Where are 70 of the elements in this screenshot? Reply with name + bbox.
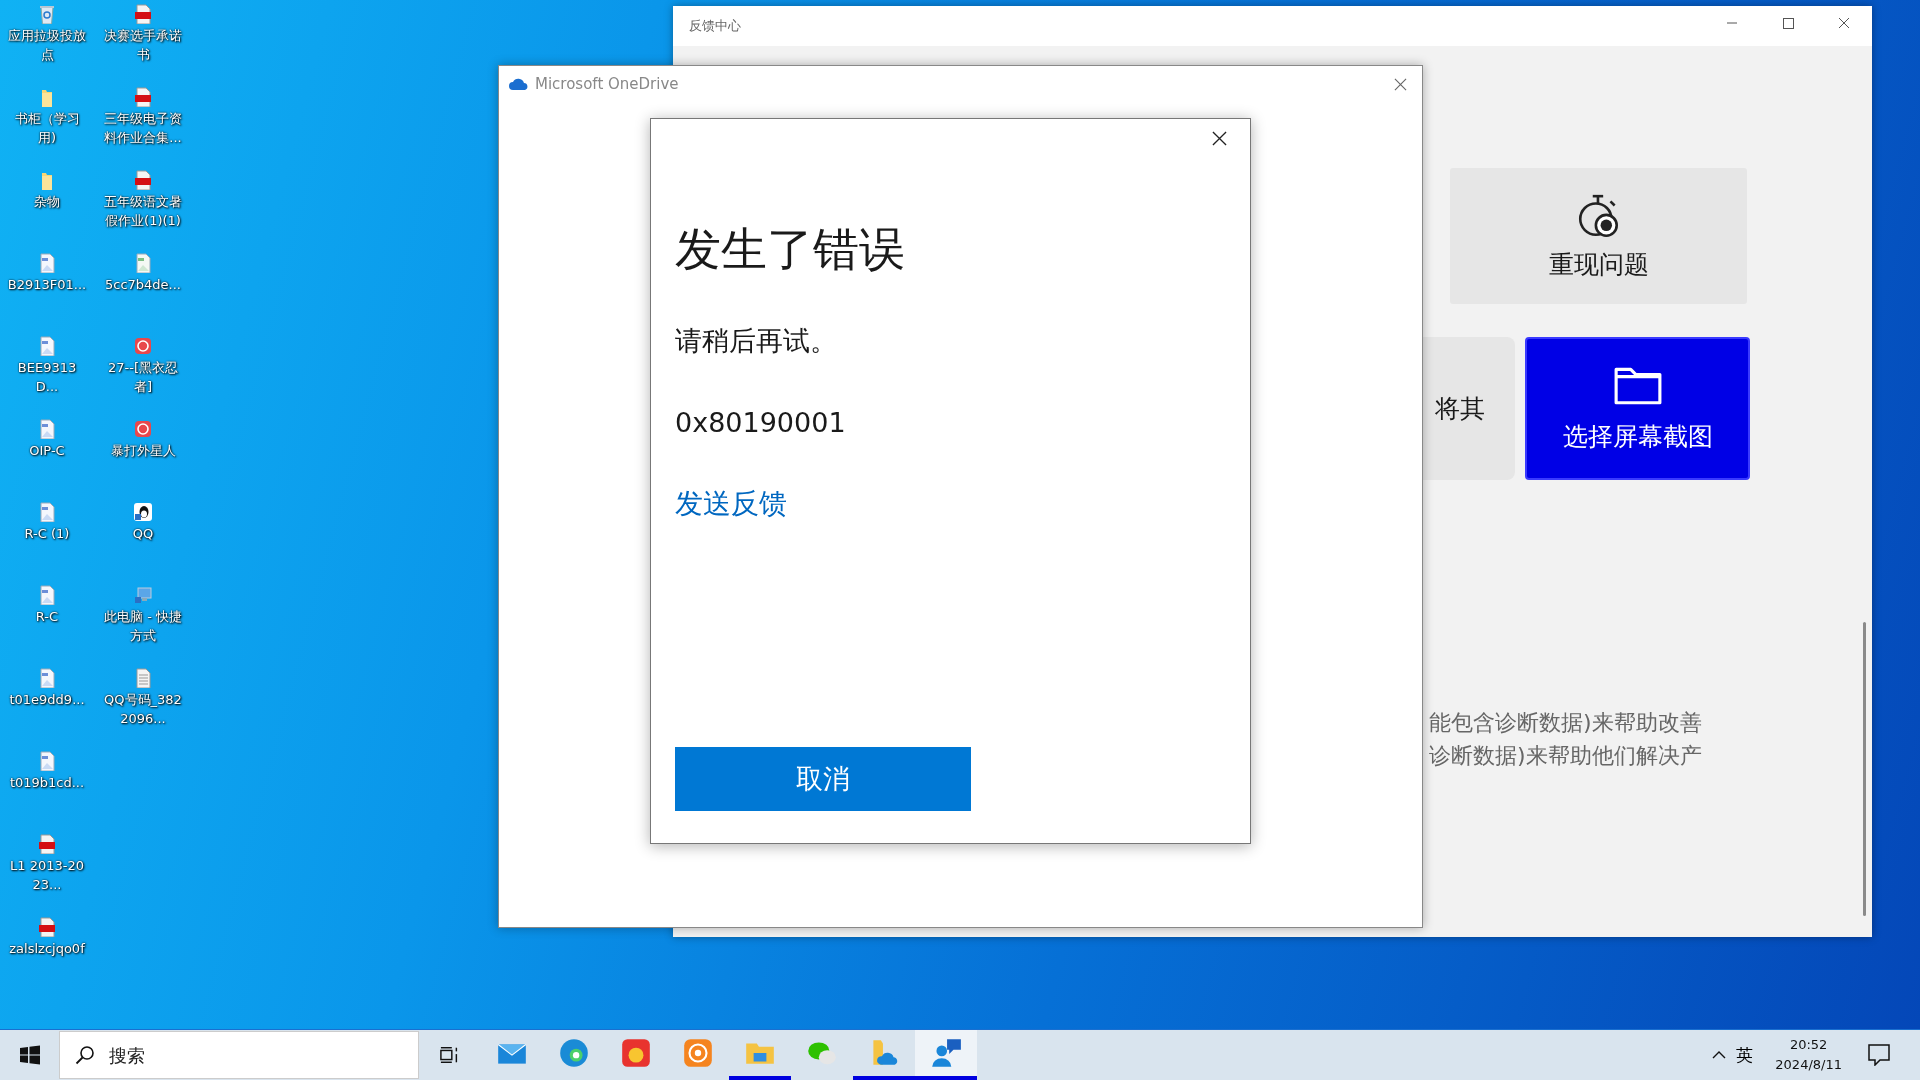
desktop-icon-label[interactable]: t01e9dd9... <box>9 690 85 709</box>
desktop-icon-label[interactable]: 杂物 <box>34 192 60 211</box>
scrollbar[interactable] <box>1863 622 1866 916</box>
close-icon[interactable] <box>1212 131 1227 146</box>
search-input[interactable]: 搜索 <box>107 1043 391 1067</box>
image-file-icon[interactable] <box>37 253 57 273</box>
desktop-icon-label[interactable]: QQ <box>132 524 154 543</box>
pdf-file-icon[interactable] <box>37 917 57 937</box>
image-file-icon[interactable] <box>133 253 153 273</box>
desktop-icon-label[interactable]: t019b1cd... <box>9 773 85 792</box>
radar-app-icon <box>681 1036 715 1070</box>
desktop-icon-label[interactable]: 暴打外星人 <box>110 441 176 460</box>
desktop-icon-label[interactable]: 五年级语文暑假作业(1)(1) <box>103 192 183 230</box>
description-text: 能包含诊断数据)来帮助改善 <box>1429 709 1703 737</box>
choose-screenshot-button[interactable]: 选择屏幕截图 <box>1525 337 1750 480</box>
pdf-file-icon[interactable] <box>133 87 153 107</box>
search-field[interactable]: 搜索 <box>59 1031 419 1079</box>
image-file-icon[interactable] <box>37 502 57 522</box>
send-feedback-link[interactable]: 发送反馈 <box>675 484 787 524</box>
input-method-indicator[interactable]: 英 <box>1736 1043 1754 1067</box>
desktop-icon-label[interactable]: OIP-C <box>29 441 65 460</box>
image-file-icon[interactable] <box>37 336 57 356</box>
pdf-file-icon[interactable] <box>37 834 57 854</box>
search-icon <box>75 1045 95 1065</box>
window-title: Microsoft OneDrive <box>535 75 680 93</box>
penguin-icon[interactable] <box>133 502 153 522</box>
task-view-icon <box>440 1046 460 1064</box>
cancel-button[interactable]: 取消 <box>675 747 971 811</box>
cartoon-app-icon <box>619 1036 653 1070</box>
card-label: 重现问题 <box>1548 248 1649 281</box>
desktop-icon-label[interactable]: 27--[黑衣忍者] <box>103 358 183 396</box>
error-code: 0x80190001 <box>675 406 847 440</box>
desktop-icon-label[interactable]: 5cc7b4de... <box>105 275 181 294</box>
desktop-icon-label[interactable]: R-C (1) <box>24 524 70 543</box>
error-message: 请稍后再试。 <box>675 324 838 358</box>
dialog-title: 发生了错误 <box>675 221 906 278</box>
game-app-icon[interactable] <box>133 419 153 439</box>
desktop-icon-label[interactable]: L1 2013-2023... <box>7 856 87 894</box>
desktop-icon-label[interactable]: 此电脑 - 快捷方式 <box>103 607 183 645</box>
desktop-icon-label[interactable]: QQ号码_3822096... <box>103 690 183 728</box>
desktop-icon-label[interactable]: 三年级电子资料作业合集... <box>103 109 183 147</box>
window-title: 反馈中心 <box>689 17 741 35</box>
text-file-icon[interactable] <box>133 668 153 688</box>
taskbar-app-button[interactable] <box>915 1030 977 1080</box>
image-file-icon[interactable] <box>37 419 57 439</box>
desktop-icon-label[interactable]: 应用拉圾投放点 <box>7 26 87 64</box>
desktop-icon-label[interactable]: 决赛选手承诺书 <box>103 26 183 64</box>
desktop-icon-label[interactable]: zalslzcjqo0f <box>9 939 85 958</box>
image-file-icon[interactable] <box>37 751 57 771</box>
person-chat-icon <box>929 1036 963 1070</box>
windows-logo-icon <box>19 1045 40 1065</box>
image-file-icon[interactable] <box>37 585 57 605</box>
pdf-file-icon[interactable] <box>133 4 153 24</box>
image-file-icon[interactable] <box>37 668 57 688</box>
computer-shortcut-icon[interactable] <box>133 585 153 605</box>
desktop-icon-label[interactable]: B2913F01... <box>7 275 87 294</box>
notification-icon[interactable] <box>1868 1044 1890 1066</box>
desktop-icon-label[interactable]: BEE9313D... <box>7 358 87 396</box>
clock[interactable]: 20:52 2024/8/11 <box>1775 1035 1842 1075</box>
pdf-file-icon[interactable] <box>133 170 153 190</box>
desktop-icon-label[interactable]: R-C <box>35 607 59 626</box>
browser-icon <box>557 1036 591 1070</box>
game-app-icon[interactable] <box>133 336 153 356</box>
partial-card[interactable]: 将其 <box>1423 337 1515 480</box>
reproduce-card[interactable]: 重现问题 <box>1450 168 1747 304</box>
desktop-icon-label[interactable]: 书柜（学习用) <box>7 109 87 147</box>
recycle-bin-icon[interactable] <box>37 4 57 24</box>
chevron-up-icon[interactable] <box>1712 1051 1727 1059</box>
description-text: 诊断数据)来帮助他们解决产 <box>1429 742 1703 770</box>
cloud-icon <box>509 77 529 91</box>
